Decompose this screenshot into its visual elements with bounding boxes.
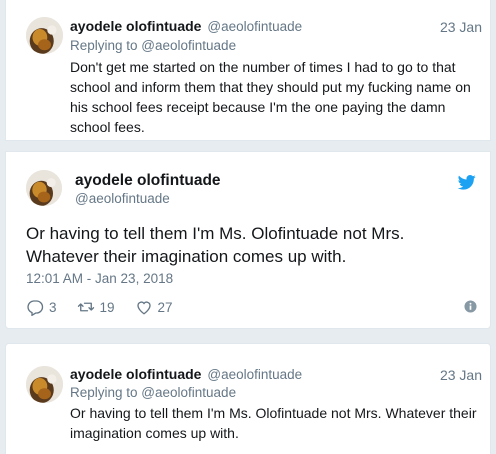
- avatar[interactable]: [26, 366, 63, 403]
- retweet-icon: [77, 302, 94, 312]
- author-name[interactable]: ayodele olofintuade: [70, 18, 201, 34]
- avatar[interactable]: [26, 170, 62, 206]
- retweet-button[interactable]: 19: [77, 298, 115, 316]
- author-name[interactable]: ayodele olofintuade: [70, 366, 201, 382]
- reply-tweet-top[interactable]: ayodele olofintuade @aeolofintuade 23 Ja…: [5, 0, 491, 141]
- author-handle[interactable]: @aeolofintuade: [75, 191, 170, 206]
- tweet-text: Or having to tell them I'm Ms. Olofintua…: [26, 224, 405, 266]
- avatar-image: [26, 366, 63, 403]
- avatar[interactable]: [26, 17, 63, 54]
- tweet-text: Don't get me started on the number of ti…: [70, 59, 471, 135]
- replying-to-handle[interactable]: @aeolofintuade: [141, 38, 236, 53]
- reply-tweet-bottom[interactable]: ayodele olofintuade @aeolofintuade 23 Ja…: [5, 343, 491, 454]
- replying-to-handle[interactable]: @aeolofintuade: [141, 385, 236, 400]
- heart-icon: [136, 301, 151, 315]
- tweet-date[interactable]: 23 Jan: [440, 19, 482, 35]
- replying-to-prefix: Replying to: [70, 385, 142, 400]
- main-tweet: ayodele olofintuade @aeolofintuade Or ha…: [5, 151, 491, 329]
- replying-to: Replying to @aeolofintuade: [70, 38, 236, 53]
- avatar-image: [26, 17, 63, 54]
- tweet-actions: 3 19 27: [26, 297, 193, 317]
- replying-to-prefix: Replying to: [70, 38, 142, 53]
- tweet-date[interactable]: 23 Jan: [440, 367, 482, 383]
- replying-to: Replying to @aeolofintuade: [70, 385, 236, 400]
- avatar-image: [26, 170, 62, 206]
- reply-button[interactable]: 3: [26, 298, 57, 316]
- author-handle[interactable]: @aeolofintuade: [207, 367, 302, 382]
- twitter-bird-icon[interactable]: [458, 175, 476, 190]
- retweet-count: 19: [99, 299, 115, 315]
- like-count: 27: [157, 299, 173, 315]
- tweet-timestamp[interactable]: 12:01 AM - Jan 23, 2018: [26, 271, 173, 286]
- reply-icon: [27, 300, 44, 316]
- info-icon[interactable]: [464, 300, 477, 313]
- reply-count: 3: [49, 299, 57, 315]
- author-handle[interactable]: @aeolofintuade: [207, 19, 302, 34]
- like-button[interactable]: 27: [135, 298, 173, 316]
- tweet-text: Or having to tell them I'm Ms. Olofintua…: [70, 405, 477, 441]
- author-name[interactable]: ayodele olofintuade: [75, 172, 221, 190]
